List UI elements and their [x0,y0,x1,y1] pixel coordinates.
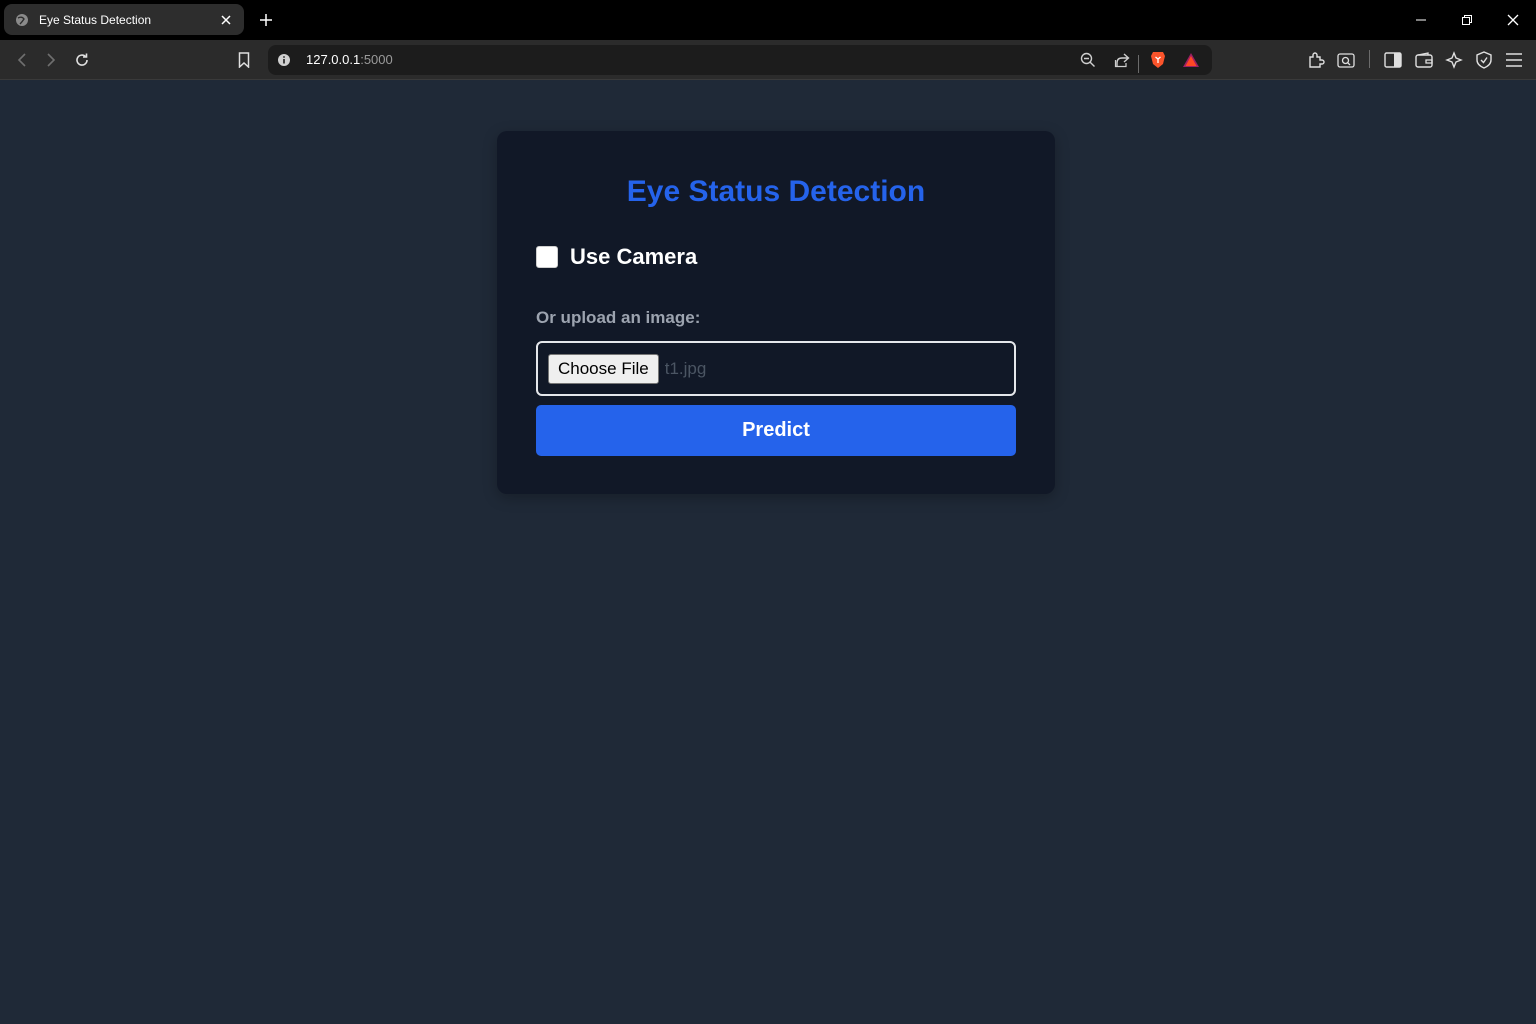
use-camera-checkbox[interactable] [536,246,558,268]
use-camera-row: Use Camera [536,244,697,270]
back-icon[interactable] [12,50,32,70]
menu-icon[interactable] [1504,50,1524,70]
detection-card: Eye Status Detection Use Camera Or uploa… [497,131,1055,494]
new-tab-icon[interactable] [256,10,276,30]
file-upload-field[interactable]: Choose File t1.jpg [536,341,1016,396]
omnibox-separator [1138,55,1139,73]
tab-title: Eye Status Detection [39,12,152,27]
browser-toolbar: 127.0.0.1:5000 [0,40,1536,80]
share-icon[interactable] [1112,50,1132,70]
url-port: :5000 [360,52,393,67]
url-host: 127.0.0.1 [306,52,361,67]
reload-icon[interactable] [72,50,92,70]
site-info-icon[interactable] [276,52,292,68]
toolbar-separator [1369,50,1370,68]
browser-tab[interactable]: Eye Status Detection [4,4,244,35]
brave-rewards-icon[interactable] [1181,50,1201,70]
vpn-shield-icon[interactable] [1474,50,1494,70]
selected-file-name: t1.jpg [664,358,707,378]
forward-icon[interactable] [41,50,61,70]
page-title: Eye Status Detection [626,175,926,208]
tab-search-icon[interactable] [1336,50,1356,70]
zoom-out-icon[interactable] [1078,50,1098,70]
predict-button[interactable]: Predict [536,405,1016,456]
url-text: 127.0.0.1:5000 [306,52,393,67]
minimize-icon[interactable] [1411,10,1431,30]
close-tab-icon[interactable] [218,12,234,28]
wallet-icon[interactable] [1414,50,1434,70]
choose-file-button[interactable]: Choose File [548,353,659,384]
upload-label: Or upload an image: [536,308,701,327]
address-bar[interactable]: 127.0.0.1:5000 [268,45,1212,75]
sidebar-icon[interactable] [1383,50,1403,70]
restore-icon[interactable] [1457,10,1477,30]
extensions-icon[interactable] [1306,50,1326,70]
leo-ai-icon[interactable] [1444,50,1464,70]
close-window-icon[interactable] [1503,10,1523,30]
globe-icon [14,12,30,28]
brave-shields-icon[interactable] [1148,50,1168,70]
bookmark-icon[interactable] [234,50,254,70]
use-camera-label[interactable]: Use Camera [570,244,697,270]
browser-titlebar: Eye Status Detection [0,0,1536,40]
